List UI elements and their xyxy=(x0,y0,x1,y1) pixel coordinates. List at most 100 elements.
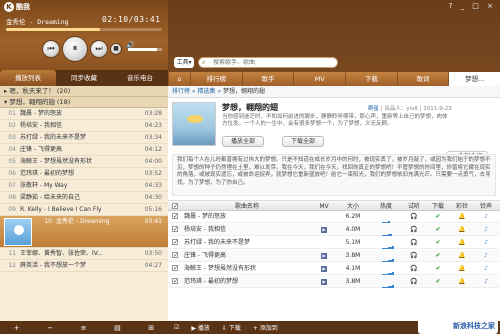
playlist-row[interactable]: 03 苏打绿 - 我的未来不是梦 03:34 xyxy=(0,132,168,144)
table-row[interactable]: 杨培安 - 我相信 ▶ 4.0M 🎧✔🔔♪ xyxy=(168,224,500,236)
play-all-button[interactable]: 播放全部 xyxy=(222,136,265,147)
tab-mv[interactable]: MV xyxy=(293,72,346,86)
download-selected-button[interactable]: ⇩ 下载 xyxy=(222,323,241,332)
preview-headphone-icon[interactable]: 🎧 xyxy=(402,250,426,262)
table-row[interactable]: 庄锋 - 飞得更高 ▶ 3.8M 🎧✔🔔♪ xyxy=(168,250,500,262)
playlist-row[interactable]: 09 R. Kelly - I Believe I Can Fly 05:16 xyxy=(0,204,168,216)
volume-slider[interactable] xyxy=(128,48,162,51)
download-check-icon[interactable]: ✔ xyxy=(426,211,450,223)
song-title[interactable]: 杨培安 - 我相信 xyxy=(182,224,312,236)
mv-icon[interactable]: ▶ xyxy=(321,227,327,233)
playlist-row[interactable]: 02 杨培安 - 我相信 04:23 xyxy=(0,120,168,132)
checkbox-icon[interactable] xyxy=(172,250,178,262)
song-title[interactable]: 魏晨 - 梦的怒放 xyxy=(182,211,312,223)
tab-radio[interactable]: 音乐电台 xyxy=(112,70,168,86)
playlist-group-dream[interactable]: ▾ 梦想，翱翔的翅 (18) xyxy=(0,97,168,108)
sort-icon[interactable]: ▤ xyxy=(114,324,121,332)
playlist-row[interactable]: 06 范玮琪 - 最初的梦想 03:52 xyxy=(0,168,168,180)
tools-dropdown[interactable]: 工具▾ xyxy=(174,57,194,68)
checkbox-icon[interactable] xyxy=(172,237,178,249)
preview-headphone-icon[interactable]: 🎧 xyxy=(402,276,426,288)
checkbox-icon[interactable] xyxy=(172,263,178,275)
playlist-row-playing[interactable]: 10 金秀伦 - Dreaming 03:41 xyxy=(0,216,168,248)
ringback-bell-icon[interactable]: 🔔 xyxy=(450,276,474,288)
ringtone-note-icon[interactable]: ♪ xyxy=(474,276,498,288)
download-check-icon[interactable]: ✔ xyxy=(426,250,450,262)
breadcrumb-charts[interactable]: 排行榜 xyxy=(172,88,190,95)
row-checkbox[interactable] xyxy=(170,224,180,236)
song-title[interactable]: 范玮琪 - 最初的梦想 xyxy=(182,276,312,288)
ringback-bell-icon[interactable]: 🔔 xyxy=(450,211,474,223)
playlist-row[interactable]: 05 海鲸王 - 梦想虽然没有形状 04:00 xyxy=(0,156,168,168)
ringtone-note-icon[interactable]: ♪ xyxy=(474,224,498,236)
mv-cell[interactable]: ▶ xyxy=(312,263,336,275)
preview-headphone-icon[interactable]: 🎧 xyxy=(402,211,426,223)
ringtone-note-icon[interactable]: ♪ xyxy=(474,211,498,223)
row-checkbox[interactable] xyxy=(170,276,180,288)
tab-dream[interactable]: 梦想... xyxy=(448,72,500,86)
select-checkbox-icon[interactable]: ☑ xyxy=(174,324,179,331)
next-button[interactable]: ⏭ xyxy=(90,40,108,58)
ringtone-note-icon[interactable]: ♪ xyxy=(474,263,498,275)
download-check-icon[interactable]: ✔ xyxy=(426,224,450,236)
preview-headphone-icon[interactable]: 🎧 xyxy=(402,237,426,249)
search-box[interactable]: ⌕ xyxy=(198,57,338,68)
table-row[interactable]: 魏晨 - 梦的怒放 6.2M 🎧✔🔔♪ xyxy=(168,211,500,223)
play-selected-button[interactable]: ▶ 播放 xyxy=(191,323,210,332)
add-icon[interactable]: + xyxy=(14,324,20,332)
preview-headphone-icon[interactable]: 🎧 xyxy=(402,224,426,236)
ringback-bell-icon[interactable]: 🔔 xyxy=(450,263,474,275)
song-title[interactable]: 庄锋 - 飞得更高 xyxy=(182,250,312,262)
mv-cell[interactable]: ▶ xyxy=(312,224,336,236)
list-mode-icon[interactable]: ≡ xyxy=(81,324,87,332)
home-icon[interactable]: ⌂ xyxy=(168,72,190,86)
playlist-row[interactable]: 12 薛英活 - 我不想放一个梦 04:27 xyxy=(0,260,168,272)
playlist-row[interactable]: 07 张敬轩 - My Way 04:33 xyxy=(0,180,168,192)
window-controls[interactable]: ? _ □ × xyxy=(449,2,496,10)
download-check-icon[interactable]: ✔ xyxy=(426,263,450,275)
row-checkbox[interactable] xyxy=(170,263,180,275)
playlist-row[interactable]: 11 王菲娜、黄秀智、张佐荣、IV... 03:50 xyxy=(0,248,168,260)
mv-icon[interactable]: ▶ xyxy=(321,253,327,259)
table-row[interactable]: 范玮琪 - 最初的梦想 ▶ 3.8M 🎧✔🔔♪ xyxy=(168,276,500,288)
checkbox-icon[interactable] xyxy=(172,211,178,223)
table-row[interactable]: 海鲸王 - 梦想虽然没有形状 ▶ 4.1M 🎧✔🔔♪ xyxy=(168,263,500,275)
previous-button[interactable]: ⏮ xyxy=(42,40,60,58)
pause-button[interactable]: ⏸ xyxy=(62,36,88,62)
tab-playlist[interactable]: 播放列表 xyxy=(0,70,56,86)
ringtone-note-icon[interactable]: ♪ xyxy=(474,250,498,262)
checkbox-icon[interactable] xyxy=(172,224,178,236)
row-checkbox[interactable] xyxy=(170,211,180,223)
grid-icon[interactable]: ⊞ xyxy=(148,324,154,332)
preview-headphone-icon[interactable]: 🎧 xyxy=(402,263,426,275)
row-checkbox[interactable] xyxy=(170,237,180,249)
mv-icon[interactable]: ▶ xyxy=(321,279,327,285)
ringtone-note-icon[interactable]: ♪ xyxy=(474,237,498,249)
song-title[interactable]: 海鲸王 - 梦想虽然没有形状 xyxy=(182,263,312,275)
tab-charts[interactable]: 排行榜 xyxy=(190,72,242,86)
playlist-row[interactable]: 01 魏晨 - 梦的怒放 03:28 xyxy=(0,108,168,120)
download-check-icon[interactable]: ✔ xyxy=(426,276,450,288)
album-artist-link[interactable]: 群星 xyxy=(368,106,379,112)
ringback-bell-icon[interactable]: 🔔 xyxy=(450,224,474,236)
playlist-group-autumn[interactable]: ▸ 嗯，秋天来了！ (20) xyxy=(0,86,168,97)
playlist-row[interactable]: 08 梁静茹 - 给未来的自己 04:30 xyxy=(0,192,168,204)
tab-sync-favorites[interactable]: 同步收藏 xyxy=(56,70,112,86)
mv-cell[interactable] xyxy=(312,237,336,249)
tab-artists[interactable]: 歌手 xyxy=(241,72,294,86)
mv-cell[interactable]: ▶ xyxy=(312,276,336,288)
add-to-button[interactable]: + 添加到 xyxy=(253,323,278,332)
download-all-button[interactable]: 下载全部 xyxy=(282,136,325,147)
search-input[interactable] xyxy=(213,59,323,66)
progress-bar[interactable] xyxy=(6,28,162,31)
search-icon[interactable]: ⌕ xyxy=(202,58,205,68)
ringback-bell-icon[interactable]: 🔔 xyxy=(450,237,474,249)
tab-download[interactable]: 下载 xyxy=(345,72,397,86)
remove-icon[interactable]: − xyxy=(47,324,53,332)
checkbox-icon[interactable] xyxy=(172,276,178,288)
stop-button[interactable]: ■ xyxy=(110,43,122,55)
ringback-bell-icon[interactable]: 🔔 xyxy=(450,250,474,262)
mv-cell[interactable] xyxy=(312,211,336,223)
breadcrumb-collection[interactable]: 精选集 xyxy=(198,88,216,95)
tab-lyrics[interactable]: 歌词 xyxy=(396,72,449,86)
